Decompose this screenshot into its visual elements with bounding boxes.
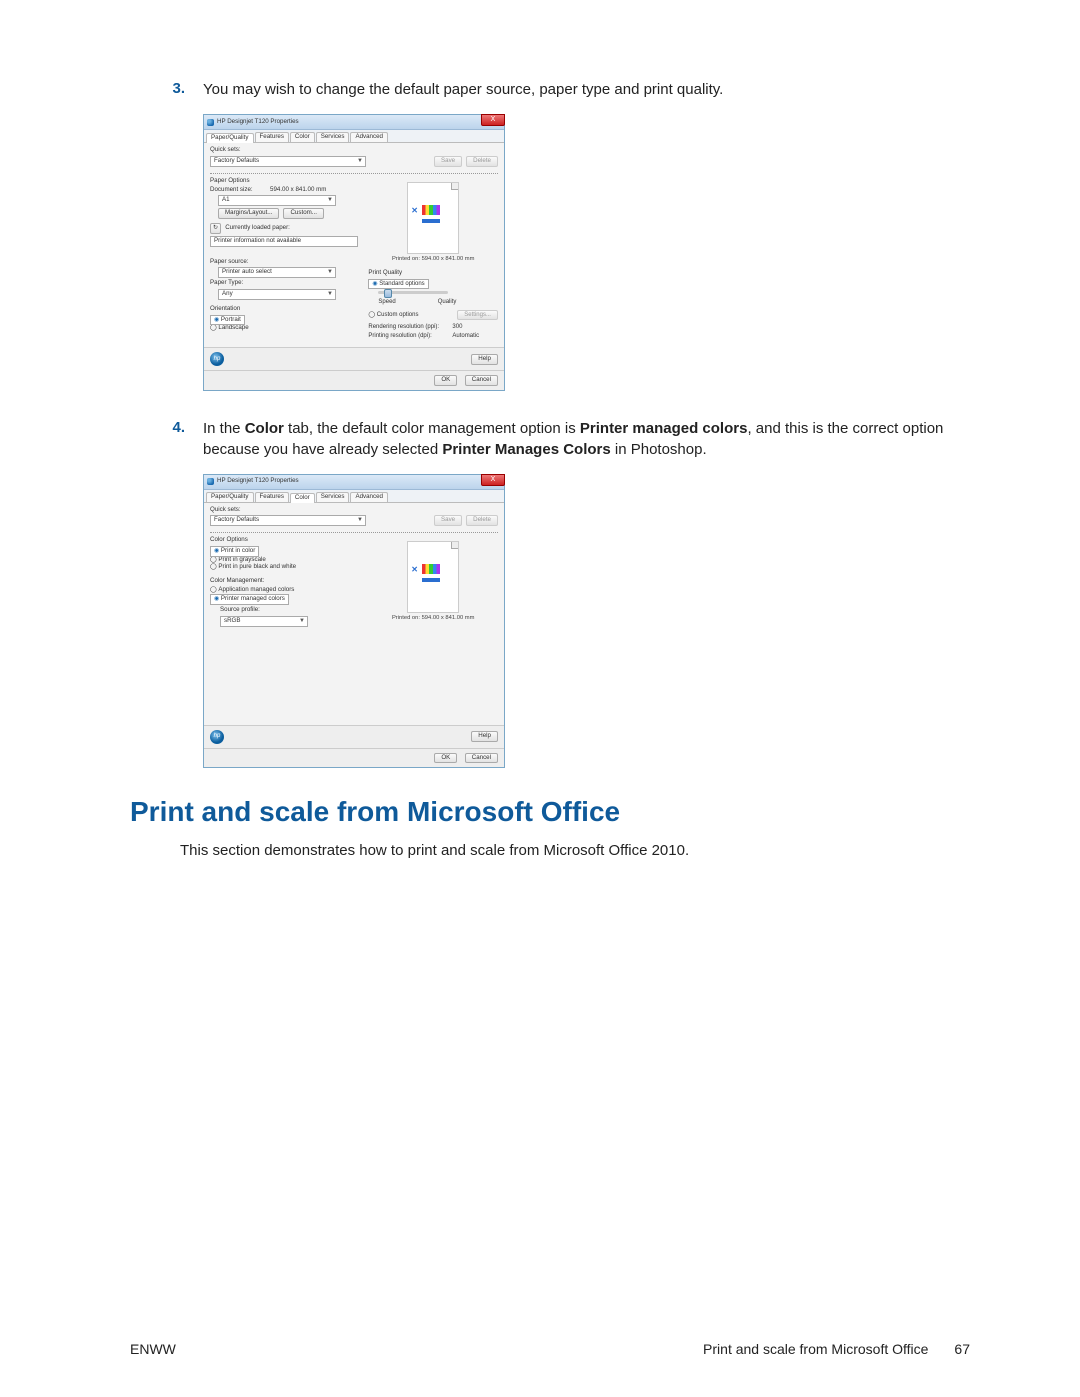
- tab-paper-quality[interactable]: Paper/Quality: [206, 133, 254, 143]
- hp-icon: [207, 119, 214, 126]
- step-3-number: 3.: [130, 80, 203, 100]
- cancel-button[interactable]: Cancel: [465, 753, 498, 764]
- step-4-text: In the Color tab, the default color mana…: [203, 419, 970, 460]
- titlebar: HP Designjet T120 Properties X: [204, 115, 504, 130]
- step-3: 3. You may wish to change the default pa…: [130, 80, 970, 100]
- quicksets-select[interactable]: Factory Defaults▼: [210, 156, 366, 167]
- ok-button[interactable]: OK: [434, 375, 457, 386]
- section-body: This section demonstrates how to print a…: [180, 842, 970, 859]
- step-3-text: You may wish to change the default paper…: [203, 80, 723, 100]
- dialog-paper-quality: HP Designjet T120 Properties X Paper/Qua…: [203, 114, 505, 391]
- margins-button[interactable]: Margins/Layout...: [218, 208, 279, 219]
- print-quality-title: Print Quality: [368, 270, 498, 277]
- tab-paper-quality[interactable]: Paper/Quality: [206, 492, 254, 502]
- tab-advanced[interactable]: Advanced: [350, 132, 388, 142]
- printer-managed-colors[interactable]: Printer managed colors: [210, 594, 289, 605]
- print-bw[interactable]: Print in pure black and white: [210, 564, 368, 571]
- close-button[interactable]: X: [481, 474, 505, 486]
- orientation-landscape[interactable]: Landscape: [210, 325, 368, 332]
- hp-logo-icon: hp: [210, 352, 224, 366]
- quality-custom[interactable]: Custom options: [368, 312, 418, 319]
- step-4-number: 4.: [130, 419, 203, 460]
- tab-features[interactable]: Features: [255, 132, 289, 142]
- paper-source-label: Paper source:: [210, 259, 368, 266]
- tab-features[interactable]: Features: [255, 492, 289, 502]
- print-in-color[interactable]: Print in color: [210, 546, 259, 557]
- color-mgmt-title: Color Management:: [210, 578, 368, 585]
- ok-button[interactable]: OK: [434, 753, 457, 764]
- print-res-label: Printing resolution (dpi):: [368, 333, 452, 340]
- render-res-label: Rendering resolution (ppi):: [368, 324, 452, 331]
- docsize-value: 594.00 x 841.00 mm: [270, 187, 326, 194]
- docsize-label: Document size:: [210, 187, 270, 194]
- color-options-title: Color Options: [210, 537, 368, 544]
- quality-settings-button[interactable]: Settings...: [457, 310, 498, 321]
- page-footer: ENWW Print and scale from Microsoft Offi…: [130, 1341, 970, 1357]
- cancel-button[interactable]: Cancel: [465, 375, 498, 386]
- preview-caption: Printed on: 594.00 x 841.00 mm: [368, 615, 498, 621]
- save-button[interactable]: Save: [434, 156, 462, 167]
- delete-button[interactable]: Delete: [466, 156, 498, 167]
- orientation-title: Orientation: [210, 306, 368, 313]
- close-button[interactable]: X: [481, 114, 505, 126]
- dialog-title: HP Designjet T120 Properties: [217, 478, 299, 485]
- custom-button[interactable]: Custom...: [283, 208, 323, 219]
- docsize-select[interactable]: A1▼: [218, 195, 336, 206]
- step-4: 4. In the Color tab, the default color m…: [130, 419, 970, 460]
- paper-source-select[interactable]: Printer auto select▼: [218, 267, 336, 278]
- quicksets-label: Quick sets:: [210, 147, 498, 154]
- paper-type-select[interactable]: Any▼: [218, 289, 336, 300]
- source-profile-label: Source profile:: [210, 607, 368, 614]
- preview-caption: Printed on: 594.00 x 841.00 mm: [368, 256, 498, 262]
- paper-type-label: Paper Type:: [210, 280, 368, 287]
- tab-services[interactable]: Services: [316, 132, 350, 142]
- titlebar: HP Designjet T120 Properties X: [204, 475, 504, 490]
- hp-logo-icon: hp: [210, 730, 224, 744]
- print-preview: ✕: [407, 182, 459, 254]
- dialog-title: HP Designjet T120 Properties: [217, 119, 299, 126]
- quality-slider[interactable]: [378, 291, 448, 294]
- tab-color[interactable]: Color: [290, 132, 315, 142]
- orientation-portrait[interactable]: Portrait: [210, 315, 245, 326]
- speed-label: Speed: [378, 299, 395, 306]
- tabs: Paper/Quality Features Color Services Ad…: [204, 490, 504, 503]
- quicksets-select[interactable]: Factory Defaults▼: [210, 515, 366, 526]
- quality-standard[interactable]: Standard options: [368, 279, 428, 290]
- hp-icon: [207, 478, 214, 485]
- loaded-paper-label: Currently loaded paper:: [225, 225, 290, 232]
- app-managed-colors[interactable]: Application managed colors: [210, 587, 368, 594]
- render-res-value: 300: [452, 324, 462, 331]
- source-profile-select[interactable]: sRGB▼: [220, 616, 308, 627]
- print-res-value: Automatic: [452, 333, 479, 340]
- help-button[interactable]: Help: [471, 731, 498, 742]
- printer-info: Printer information not available: [210, 236, 358, 247]
- section-heading: Print and scale from Microsoft Office: [130, 796, 970, 828]
- tab-color[interactable]: Color: [290, 493, 315, 503]
- footer-right: Print and scale from Microsoft Office: [703, 1341, 928, 1357]
- footer-left: ENWW: [130, 1341, 176, 1357]
- page-number: 67: [954, 1341, 970, 1357]
- help-button[interactable]: Help: [471, 354, 498, 365]
- tabs: Paper/Quality Features Color Services Ad…: [204, 130, 504, 143]
- save-button[interactable]: Save: [434, 515, 462, 526]
- tab-advanced[interactable]: Advanced: [350, 492, 388, 502]
- refresh-icon[interactable]: ↻: [210, 223, 221, 234]
- quality-label: Quality: [438, 299, 457, 306]
- print-preview: ✕: [407, 541, 459, 613]
- delete-button[interactable]: Delete: [466, 515, 498, 526]
- dialog-color: HP Designjet T120 Properties X Paper/Qua…: [203, 474, 505, 769]
- paper-options-title: Paper Options: [210, 178, 368, 185]
- tab-services[interactable]: Services: [316, 492, 350, 502]
- quicksets-label: Quick sets:: [210, 507, 498, 514]
